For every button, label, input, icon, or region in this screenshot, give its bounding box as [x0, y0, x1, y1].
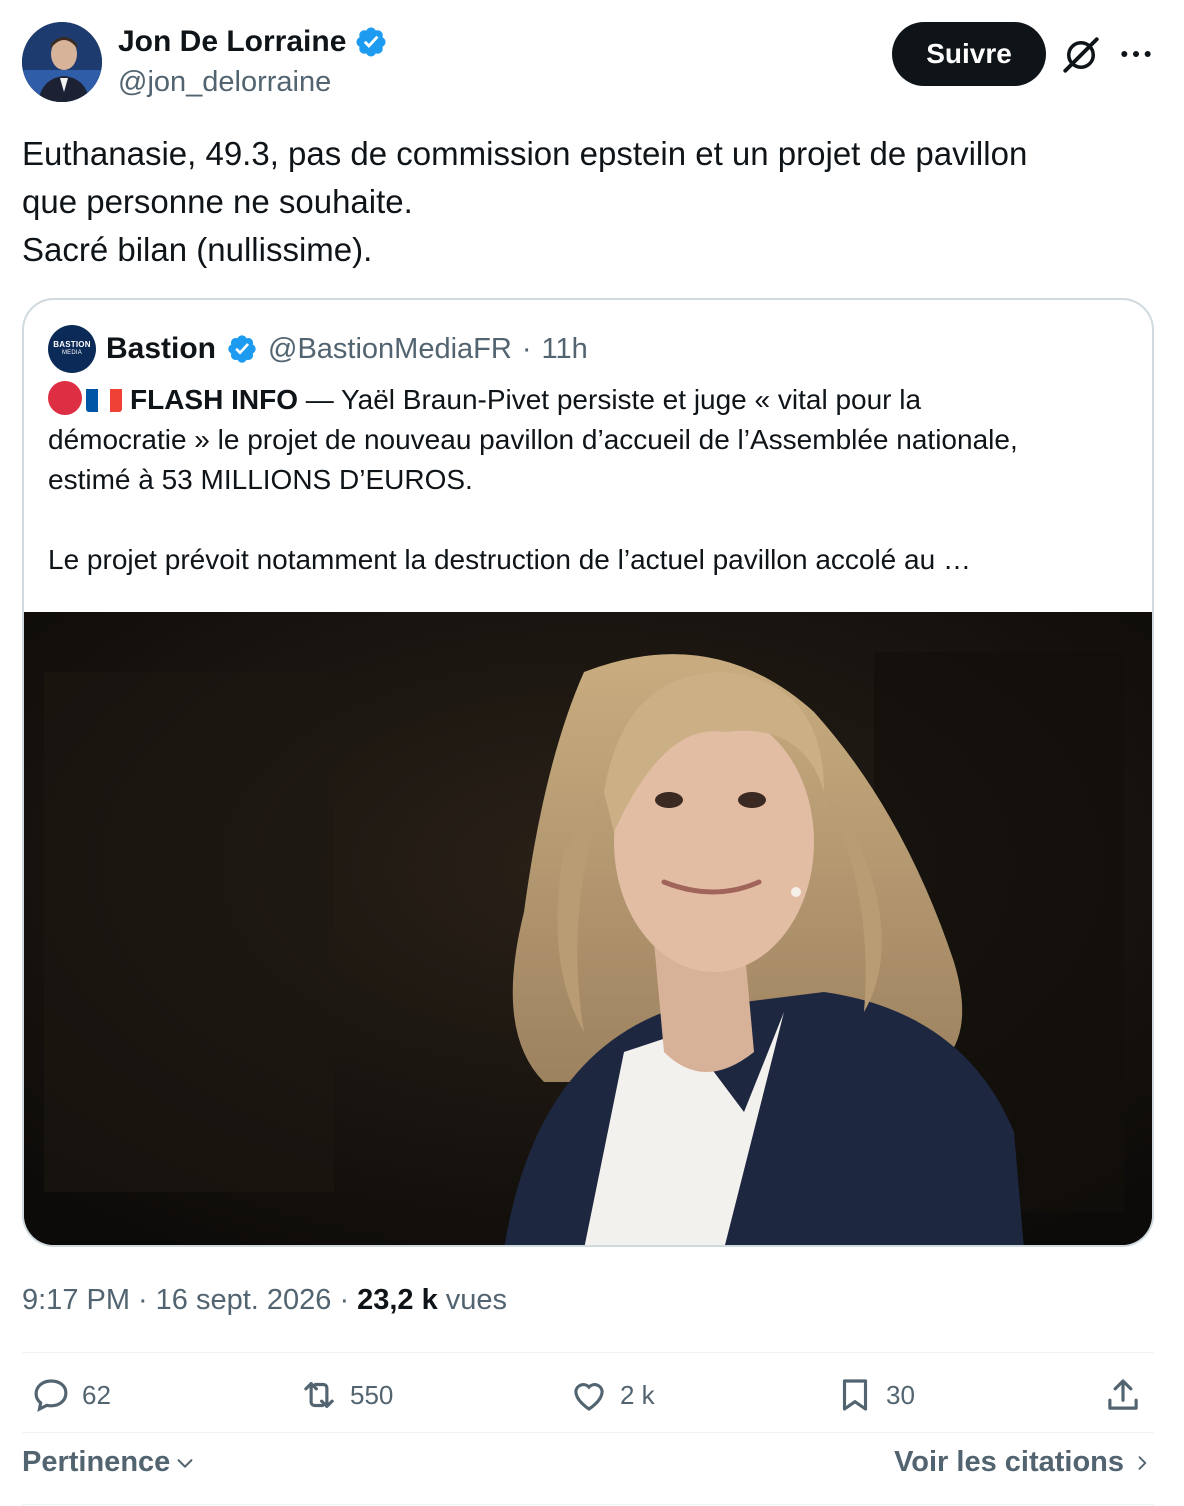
- reply-count: 62: [82, 1379, 111, 1410]
- avatar-logo-text: BASTION: [53, 340, 91, 349]
- avatar-logo-subtext: MEDIA: [61, 350, 82, 356]
- author-name-row[interactable]: Jon De Lorraine: [118, 24, 388, 60]
- share-button[interactable]: [1102, 1374, 1144, 1416]
- divider: [22, 1352, 1154, 1353]
- quoted-author-name[interactable]: Bastion: [106, 332, 216, 366]
- tweet-text: Euthanasie, 49.3, pas de commission epst…: [22, 130, 1152, 274]
- quoted-line: démocratie » le projet de nouveau pavill…: [48, 424, 1018, 455]
- tweet-line: Sacré bilan (nullissime).: [22, 231, 373, 268]
- repost-count: 550: [350, 1379, 394, 1410]
- quoted-line: estimé à 53 MILLIONS D’EUROS.: [48, 464, 473, 495]
- verified-badge-icon: [228, 335, 256, 363]
- bookmark-icon: [842, 1379, 868, 1411]
- separator-dot: ·: [339, 1284, 350, 1316]
- france-flag-emoji-icon: [86, 386, 122, 412]
- share-icon: [1108, 1379, 1138, 1410]
- flash-info-label: FLASH INFO: [130, 384, 298, 415]
- reply-button[interactable]: 62: [30, 1374, 111, 1416]
- separator-dot: ·: [521, 332, 532, 365]
- grok-icon[interactable]: [1060, 34, 1102, 76]
- tweet-line: que personne ne souhaite.: [22, 183, 413, 220]
- more-options-icon[interactable]: [1116, 34, 1156, 74]
- bookmark-count: 30: [886, 1379, 915, 1410]
- chevron-right-icon: [1138, 1455, 1147, 1470]
- divider: [22, 1504, 1154, 1505]
- quoted-line-rest: — Yaël Braun-Pivet persiste et juge « vi…: [298, 384, 922, 415]
- quoted-tweet-text: FLASH INFO — Yaël Braun-Pivet persiste e…: [48, 380, 1138, 580]
- quoted-author-avatar[interactable]: BASTION MEDIA: [48, 325, 96, 373]
- tweet-time[interactable]: 9:17 PM: [22, 1282, 130, 1318]
- tweet-meta: 9:17 PM · 16 sept. 2026 · 23,2 k vues: [22, 1282, 507, 1318]
- views-count: 23,2 k: [357, 1284, 438, 1316]
- view-quotes-label: Voir les citations: [894, 1446, 1124, 1478]
- author-block: Jon De Lorraine @jon_delorraine: [118, 24, 388, 100]
- quoted-author-handle[interactable]: @BastionMediaFR: [268, 333, 512, 366]
- quoted-tweet-header: BASTION MEDIA Bastion @BastionMediaFR · …: [48, 324, 588, 374]
- repost-button[interactable]: 550: [298, 1374, 393, 1416]
- like-button[interactable]: 2 k: [568, 1374, 655, 1416]
- sort-dropdown[interactable]: Pertinence: [22, 1446, 196, 1479]
- view-quotes-link[interactable]: Voir les citations: [894, 1446, 1152, 1479]
- like-count: 2 k: [620, 1379, 655, 1410]
- quoted-line: FLASH INFO — Yaël Braun-Pivet persiste e…: [48, 380, 1138, 420]
- quoted-line: Le projet prévoit notamment la destructi…: [48, 544, 971, 575]
- follow-button[interactable]: Suivre: [892, 22, 1046, 86]
- divider: [22, 1432, 1154, 1433]
- author-name[interactable]: Jon De Lorraine: [118, 24, 346, 60]
- quoted-tweet-photo[interactable]: [24, 612, 1152, 1245]
- tweet-line: Euthanasie, 49.3, pas de commission epst…: [22, 135, 1028, 172]
- separator-dot: ·: [138, 1284, 148, 1316]
- verified-badge-icon: [356, 27, 386, 57]
- author-handle[interactable]: @jon_delorraine: [118, 64, 388, 100]
- reply-icon: [34, 1379, 68, 1412]
- tweet-date[interactable]: 16 sept. 2026: [156, 1282, 332, 1318]
- bookmark-button[interactable]: 30: [834, 1374, 915, 1416]
- chevron-down-icon: [177, 1458, 193, 1468]
- views-label: vues: [445, 1284, 508, 1316]
- repost-icon: [304, 1382, 334, 1408]
- author-avatar[interactable]: [22, 22, 102, 102]
- heart-icon: [574, 1383, 604, 1411]
- red-circle-emoji-icon: [48, 381, 82, 415]
- quoted-timestamp[interactable]: 11h: [542, 333, 588, 366]
- sort-label: Pertinence: [22, 1446, 171, 1478]
- action-bar: 62 550 2 k 30: [22, 1374, 1154, 1430]
- quoted-tweet-card[interactable]: BASTION MEDIA Bastion @BastionMediaFR · …: [22, 298, 1154, 1247]
